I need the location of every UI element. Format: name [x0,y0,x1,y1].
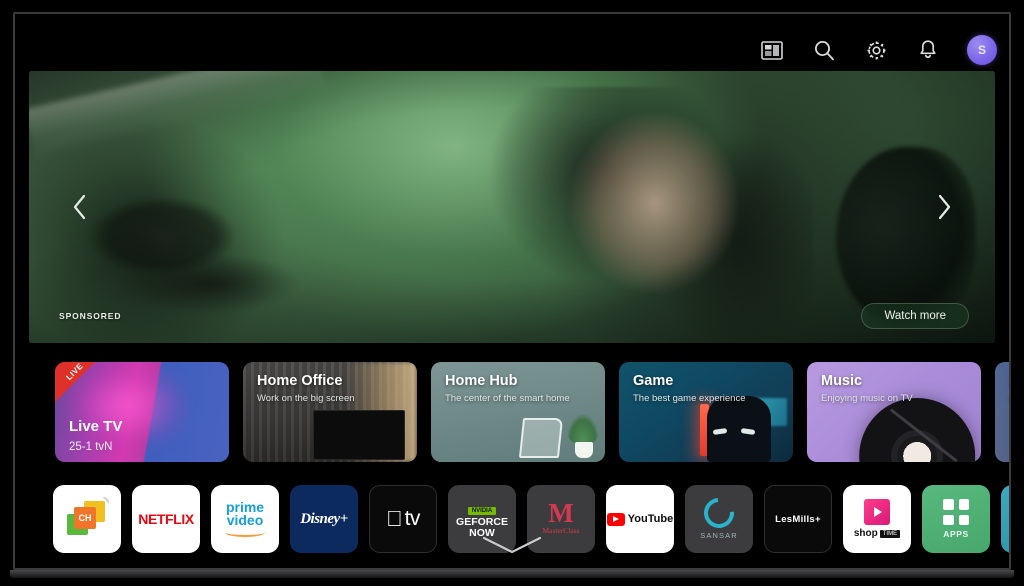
watch-more-button[interactable]: Watch more [861,303,969,329]
masterclass-logo: M MasterClass [542,498,580,535]
app-lesmills[interactable]: LesMills+ [764,485,832,553]
app-youtube[interactable]: YouTube [606,485,674,553]
disney-plus-logo-text: Disney+ [300,510,348,527]
card-title: Home Hub [445,373,518,389]
card-subtitle: Enjoying music on TV [821,393,913,404]
youtube-label: YouTube [627,513,674,525]
expand-down-chevron-icon[interactable] [480,535,544,560]
apple-logo-icon:  [386,508,403,530]
hero-vignette [29,71,995,343]
channels-orange-square: CH [74,507,96,529]
app-all-apps[interactable]: APPS [922,485,990,553]
geforce-now-logo: NVIDIA GEFORCE NOW [456,499,508,538]
sansar-ring-icon [697,491,741,535]
app-netflix[interactable]: NETFLIX [132,485,200,553]
sansar-label: SANSAR [700,531,738,540]
live-tv-title: Live TV [69,418,123,435]
card-home-hub[interactable]: Home Hub The center of the smart home [431,362,605,462]
tv-bezel-bottom [10,570,1014,578]
tv-frame: S SPONSORED Watch more LIVE Live TV 25-1… [0,0,1024,586]
shop-bag-icon [863,499,890,525]
card-live-tv[interactable]: LIVE Live TV 25-1 tvN [55,362,229,462]
app-prime-video[interactable]: prime video [211,485,279,553]
card-game[interactable]: Game The best game experience [619,362,793,462]
shop-badge: TIME [879,529,901,538]
app-screen-share[interactable]: ↶ [1001,485,1009,553]
card-subtitle: The best game experience [633,393,746,404]
shop-label-row: shop TIME [853,528,901,539]
card-title: Sp [1009,373,1011,389]
hero-banner[interactable]: SPONSORED Watch more [29,71,995,343]
hub-plant-decor [567,414,599,444]
prime-smile-icon [225,528,265,538]
sansar-logo: SANSAR [697,491,741,540]
user-avatar[interactable]: S [967,35,997,65]
youtube-logo: YouTube [606,512,674,526]
card-home-office[interactable]: Home Office Work on the big screen [243,362,417,462]
card-subtitle: All [1009,393,1011,404]
app-apple-tv[interactable]:  tv [369,485,437,553]
nvidia-badge: NVIDIA [467,507,497,516]
app-sansar[interactable]: SANSAR [685,485,753,553]
card-title: Home Office [257,373,343,389]
hero-next-arrow-icon[interactable] [927,190,961,224]
all-apps-logo: APPS [943,499,969,539]
shop-label: shop [853,528,878,539]
prime-label-bottom: video [226,512,264,528]
masterclass-label: MasterClass [542,525,580,535]
hub-pot-decor [575,442,593,458]
content-card-row: LIVE Live TV 25-1 tvN Home Office Work o… [55,362,1011,462]
settings-gear-icon[interactable] [863,37,889,63]
search-icon[interactable] [811,37,837,63]
netflix-logo-text: NETFLIX [138,511,194,527]
apple-tv-logo:  tv [386,507,420,531]
tv-screen: S SPONSORED Watch more LIVE Live TV 25-1… [15,14,1009,568]
card-music[interactable]: Music Enjoying music on TV [807,362,981,462]
all-apps-label: APPS [943,529,969,539]
top-bar: S [759,28,997,72]
hero-prev-arrow-icon[interactable] [63,190,97,224]
lesmills-logo-text: LesMills+ [775,513,821,525]
card-subtitle: Work on the big screen [257,393,355,404]
grid-icon [943,499,969,525]
multiview-icon[interactable] [759,37,785,63]
tv-bezel: S SPONSORED Watch more LIVE Live TV 25-1… [13,12,1011,570]
app-channels[interactable]: CH [53,485,121,553]
prime-video-logo: prime video [225,500,265,538]
app-disney-plus[interactable]: Disney+ [290,485,358,553]
notifications-bell-icon[interactable] [915,37,941,63]
card-sports[interactable]: Sp All [995,362,1011,462]
app-shop[interactable]: shop TIME [843,485,911,553]
masterclass-mark: M [548,498,574,529]
office-tv-decor [313,410,405,460]
card-title: Music [821,373,863,389]
card-title: Game [633,373,674,389]
shop-logo: shop TIME [853,499,901,539]
card-subtitle: The center of the smart home [445,393,570,404]
channels-icon: CH [67,497,109,537]
sponsored-label: SPONSORED [59,311,122,321]
apple-tv-label: tv [396,507,421,530]
live-tv-channel: 25-1 tvN [69,441,113,453]
youtube-play-icon [606,512,625,526]
hub-chair-decor [518,418,564,458]
